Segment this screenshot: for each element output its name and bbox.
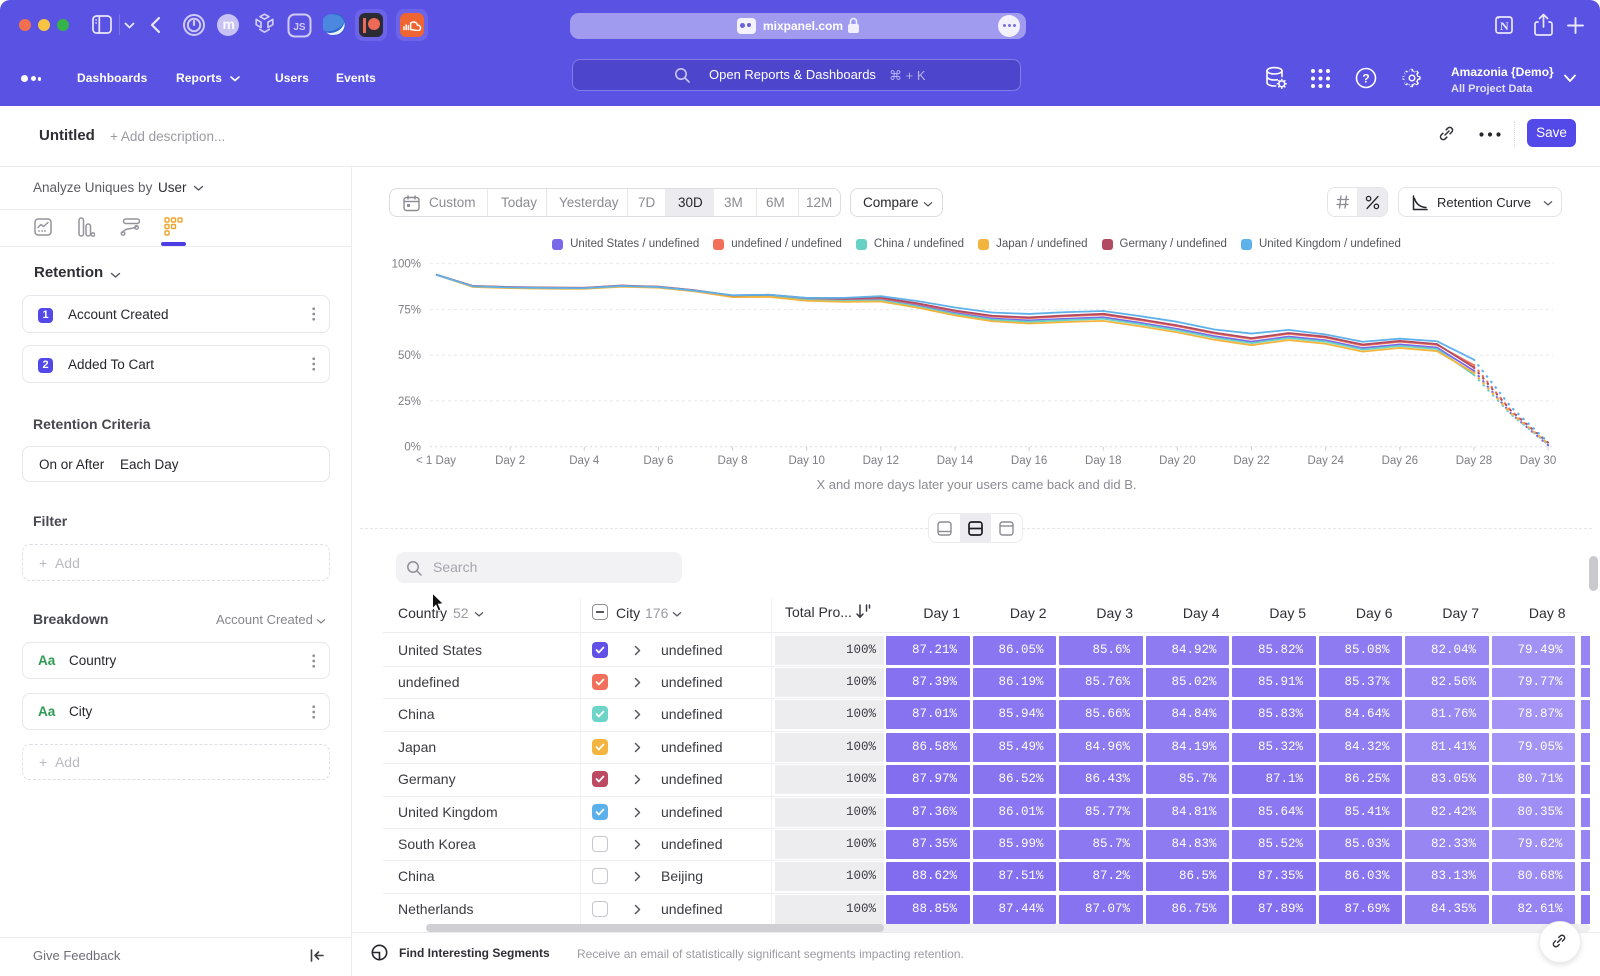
svg-text:< 1 Day: < 1 Day — [416, 455, 456, 467]
svg-text:Day 12: Day 12 — [863, 455, 899, 467]
svg-text:0%: 0% — [404, 442, 421, 454]
svg-text:100%: 100% — [392, 259, 421, 271]
svg-text:Day 4: Day 4 — [569, 455, 600, 467]
svg-text:50%: 50% — [398, 350, 421, 362]
svg-text:Day 28: Day 28 — [1456, 455, 1492, 467]
svg-text:Day 20: Day 20 — [1159, 455, 1195, 467]
svg-text:Day 10: Day 10 — [788, 455, 824, 467]
svg-text:25%: 25% — [398, 396, 421, 408]
svg-text:Day 22: Day 22 — [1233, 455, 1269, 467]
svg-text:Day 18: Day 18 — [1085, 455, 1121, 467]
svg-text:Day 6: Day 6 — [643, 455, 673, 467]
svg-text:Day 2: Day 2 — [495, 455, 525, 467]
svg-text:Day 26: Day 26 — [1382, 455, 1418, 467]
svg-text:Day 16: Day 16 — [1011, 455, 1047, 467]
svg-text:Day 8: Day 8 — [718, 455, 748, 467]
svg-text:Day 24: Day 24 — [1307, 455, 1344, 467]
svg-text:?: ? — [1362, 72, 1369, 86]
svg-text:Day 14: Day 14 — [937, 455, 974, 467]
svg-text:Day 30: Day 30 — [1520, 455, 1556, 467]
svg-text:75%: 75% — [398, 304, 421, 316]
svg-text:N: N — [1500, 19, 1509, 33]
svg-text:JS: JS — [293, 22, 306, 33]
